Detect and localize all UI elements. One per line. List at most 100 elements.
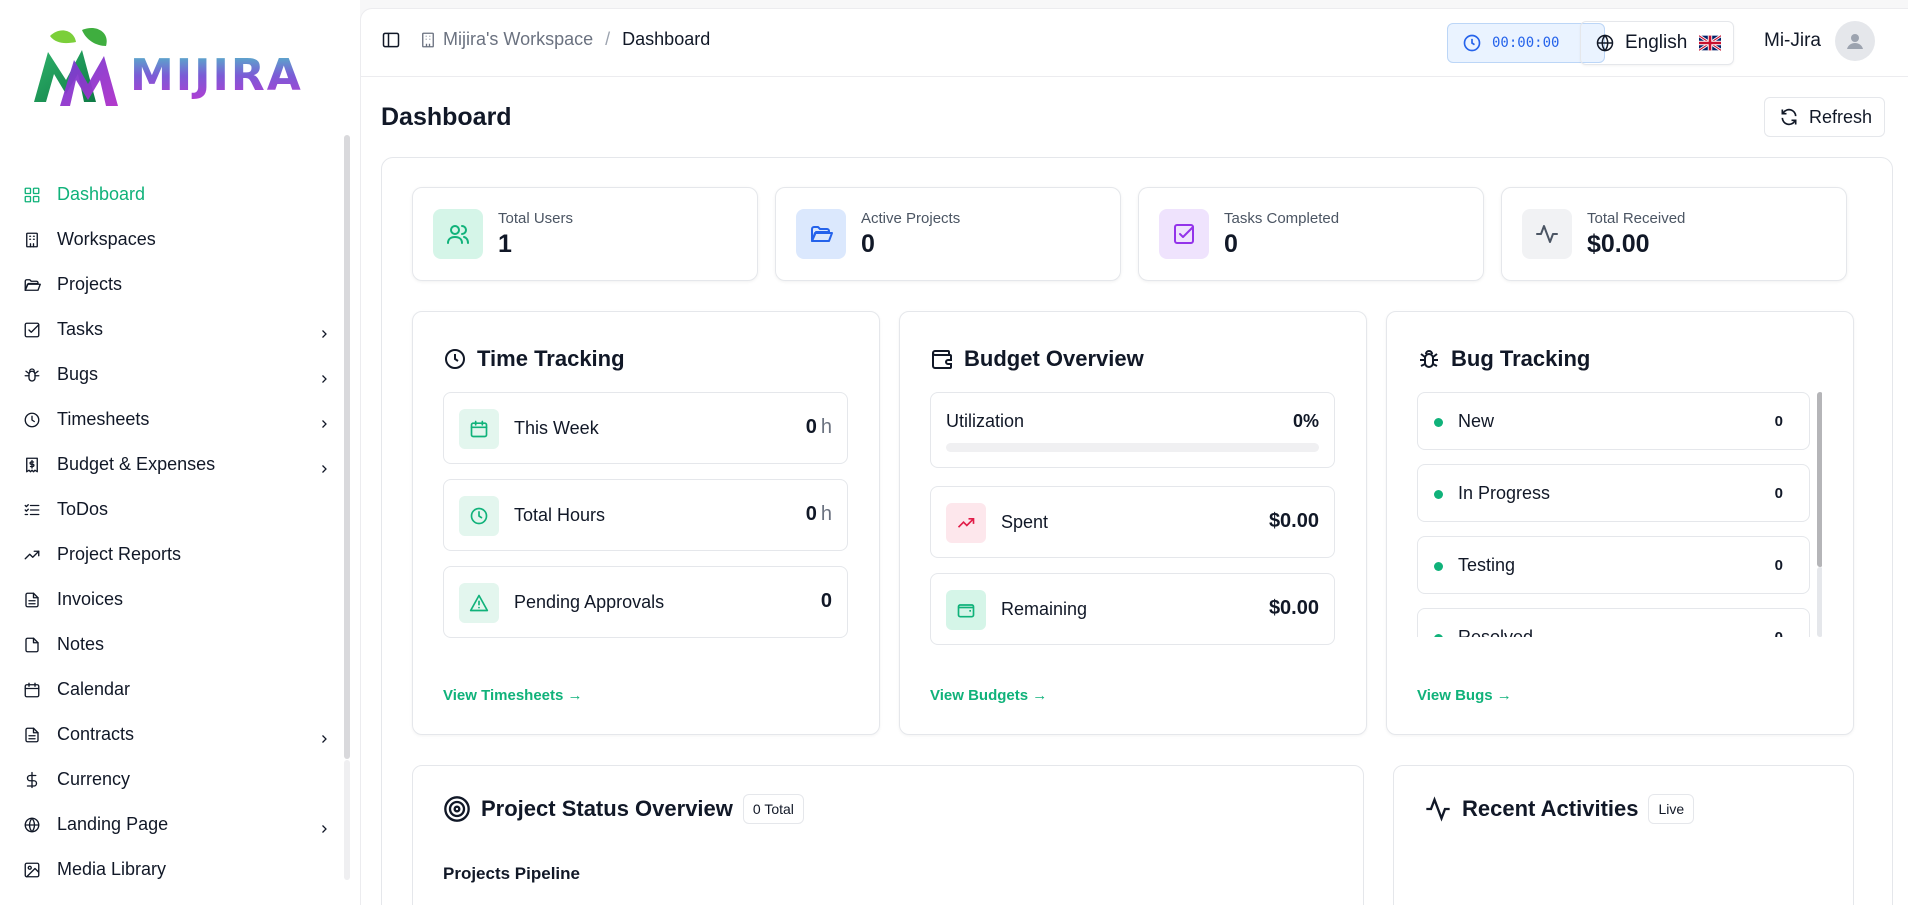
bug-status-resolved[interactable]: Resolved 0 (1417, 608, 1810, 637)
bug-status-label: Testing (1458, 555, 1516, 575)
sidebar-toggle-icon[interactable] (381, 30, 401, 50)
calendar-icon (459, 409, 499, 449)
bug-status-new[interactable]: New 0 (1417, 392, 1810, 450)
time-row-number: 0 (820, 590, 832, 612)
sidebar-item-invoices[interactable]: Invoices (22, 577, 332, 622)
stat-card-tasks-completed: Tasks Completed 0 (1138, 187, 1484, 281)
bug-status-testing[interactable]: Testing 0 (1417, 536, 1810, 594)
sidebar-item-todos[interactable]: ToDos (22, 487, 332, 532)
target-icon (443, 795, 471, 823)
stat-value: 0 (1224, 230, 1238, 258)
sidebar-item-label: Project Reports (57, 544, 182, 564)
stat-card-total-users: Total Users 1 (412, 187, 758, 281)
clock-icon (443, 347, 467, 371)
bug-status-count: 0 (1775, 629, 1783, 637)
brand-logo[interactable]: MIJIRA (30, 26, 303, 110)
chevron-right-icon (318, 369, 330, 383)
time-row-label: Total Hours (514, 505, 606, 525)
time-row-label: This Week (514, 418, 599, 438)
sidebar-item-label: Workspaces (57, 229, 156, 249)
sidebar-item-label: Notes (57, 634, 105, 654)
status-dot (1434, 490, 1443, 499)
time-row-pending-approvals: Pending Approvals 0 (443, 566, 848, 638)
wallet-icon (930, 347, 954, 371)
sidebar-item-tasks[interactable]: Tasks (22, 307, 332, 352)
sidebar-item-project-reports[interactable]: Project Reports (22, 532, 332, 577)
view-timesheets-link[interactable]: View Timesheets → (443, 687, 583, 704)
building-icon (419, 31, 437, 49)
brand-name: MIJIRA (130, 49, 303, 101)
project-count-badge: 0 Total (742, 794, 804, 824)
file-text-icon (22, 725, 42, 745)
stat-label: Active Projects (861, 210, 961, 227)
breadcrumb-current: Dashboard (622, 29, 711, 49)
sidebar-item-projects[interactable]: Projects (22, 262, 332, 307)
remaining-value: $0.00 (1268, 597, 1319, 619)
breadcrumb-workspace[interactable]: Mijira's Workspace (443, 29, 593, 50)
project-status-title: Project Status Overview 0 Total (443, 794, 804, 824)
recent-activities-card: Recent Activities Live (1393, 765, 1854, 905)
clock-icon (459, 496, 499, 536)
chevron-right-icon (318, 819, 330, 833)
refresh-button[interactable]: Refresh (1764, 97, 1885, 137)
sidebar-item-budget-expenses[interactable]: Budget & Expenses (22, 442, 332, 487)
view-budgets-link[interactable]: View Budgets → (930, 687, 1047, 704)
sidebar-item-label: Contracts (57, 724, 135, 744)
sidebar-item-timesheets[interactable]: Timesheets (22, 397, 332, 442)
utilization-row: Utilization 0% (930, 392, 1335, 468)
chevron-right-icon (318, 414, 330, 428)
budget-overview-card: Budget Overview Utilization 0% Spent $0.… (899, 311, 1367, 735)
card-title-text: Project Status Overview (481, 796, 733, 821)
bug-status-label: In Progress (1458, 483, 1551, 503)
time-row-value: 0h (806, 416, 832, 439)
globe-icon (22, 815, 42, 835)
sidebar-item-calendar[interactable]: Calendar (22, 667, 332, 712)
chevron-right-icon (318, 729, 330, 743)
sidebar-item-label: Timesheets (57, 409, 150, 429)
sidebar-item-currency[interactable]: Currency (22, 757, 332, 802)
timer-value: 00:00:00 (1492, 35, 1560, 51)
refresh-icon (1779, 107, 1799, 127)
clock-icon (1462, 33, 1482, 53)
projects-pipeline-label: Projects Pipeline (443, 864, 580, 883)
sidebar-item-notes[interactable]: Notes (22, 622, 332, 667)
alert-triangle-icon (459, 583, 499, 623)
user-name: Mi-Jira (1764, 30, 1821, 51)
view-bugs-link[interactable]: View Bugs → (1417, 687, 1512, 704)
file-text-icon (22, 590, 42, 610)
avatar[interactable] (1835, 21, 1875, 61)
sidebar-scrollbar[interactable] (344, 135, 350, 759)
breadcrumb: Mijira's Workspace / Dashboard (381, 29, 710, 50)
sidebar-item-media-library[interactable]: Media Library (22, 847, 332, 892)
time-row-number: 0 (805, 416, 817, 438)
utilization-label: Utilization (946, 411, 1025, 431)
bug-icon (22, 365, 42, 385)
sidebar-item-dashboard[interactable]: Dashboard (22, 172, 332, 217)
users-icon (433, 209, 483, 259)
bug-list-scroll-track (1817, 567, 1822, 637)
sidebar: MIJIRA Dashboard Workspaces Projects Tasks B… (0, 0, 360, 905)
bug-status-list[interactable]: New 0 In Progress 0 Testing 0 Resolved 0 (1417, 392, 1822, 637)
time-row-label: Pending Approvals (514, 592, 665, 612)
clock-icon (22, 410, 42, 430)
time-row-value: 0 (821, 590, 832, 613)
bug-status-in-progress[interactable]: In Progress 0 (1417, 464, 1810, 522)
checkbox-icon (22, 320, 42, 340)
spent-row: Spent $0.00 (930, 486, 1335, 558)
user-menu[interactable]: Mi-Jira (1764, 21, 1875, 61)
live-badge: Live (1648, 794, 1695, 824)
bug-list-scrollbar[interactable] (1817, 392, 1822, 567)
sidebar-item-workspaces[interactable]: Workspaces (22, 217, 332, 262)
sidebar-item-contracts[interactable]: Contracts (22, 712, 332, 757)
trending-up-icon (22, 545, 42, 565)
status-dot (1434, 562, 1443, 571)
refresh-label: Refresh (1809, 106, 1873, 127)
language-selector[interactable]: English (1580, 21, 1734, 65)
time-row-number: 0 (805, 503, 817, 525)
sidebar-scroll-track (344, 760, 350, 880)
dashboard-icon (22, 185, 42, 205)
sidebar-item-bugs[interactable]: Bugs (22, 352, 332, 397)
activity-icon (1522, 209, 1572, 259)
file-icon (22, 635, 42, 655)
sidebar-item-landing-page[interactable]: Landing Page (22, 802, 332, 847)
